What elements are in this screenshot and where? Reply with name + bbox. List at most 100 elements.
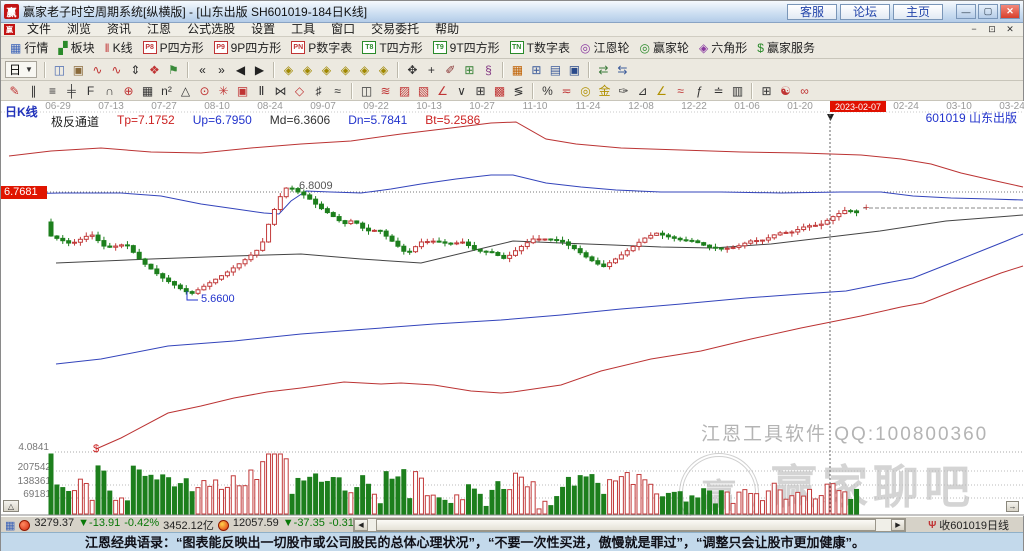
table-grid-icon[interactable]: ⊞ bbox=[758, 83, 775, 99]
bowtie-icon[interactable]: ⋈ bbox=[272, 83, 289, 99]
square-grid-icon[interactable]: ▦ bbox=[139, 83, 156, 99]
fence-icon[interactable]: ╪ bbox=[63, 83, 80, 99]
zigzag-icon[interactable]: ≋ bbox=[377, 83, 394, 99]
quick-button-2[interactable]: 主页 bbox=[893, 4, 943, 20]
winner-service-button[interactable]: $赢家服务 bbox=[757, 39, 815, 56]
9p-square-button[interactable]: P99P四方形 bbox=[214, 39, 282, 56]
kline-button[interactable]: ‖K线 bbox=[105, 39, 133, 56]
maximize-button[interactable]: ▢ bbox=[978, 4, 998, 19]
minimize-button[interactable]: — bbox=[956, 4, 976, 19]
t-square-button[interactable]: T8T四方形 bbox=[362, 39, 422, 56]
sh-index-group[interactable]: 3279.37 ▼-13.91 -0.42% 3452.12亿 bbox=[34, 517, 213, 533]
import-icon[interactable]: ⇆ bbox=[614, 62, 631, 78]
pen-note-icon[interactable]: ✑ bbox=[615, 83, 632, 99]
split-window-icon[interactable]: ◫ bbox=[358, 83, 375, 99]
parallel-lines-icon[interactable]: ∥ bbox=[25, 83, 42, 99]
grid-tool-icon[interactable]: ⊞ bbox=[461, 62, 478, 78]
crosshair-icon[interactable]: + bbox=[423, 62, 440, 78]
scroll-left-arrow[interactable]: ◀ bbox=[354, 519, 368, 531]
fan-tool-icon[interactable]: F bbox=[82, 83, 99, 99]
menu-item-6[interactable]: 工具 bbox=[283, 23, 323, 36]
mdi-close-button[interactable]: ✕ bbox=[1003, 24, 1017, 35]
first-page-icon[interactable]: « bbox=[194, 62, 211, 78]
gann-diamond-6-icon[interactable]: ◈ bbox=[375, 62, 392, 78]
p-square-button[interactable]: P8P四方形 bbox=[143, 39, 204, 56]
measure-icon[interactable]: ✐ bbox=[442, 62, 459, 78]
menu-item-4[interactable]: 公式选股 bbox=[179, 23, 243, 36]
sectors-button[interactable]: ▞板块 bbox=[58, 39, 94, 56]
flag-icon[interactable]: ⚑ bbox=[165, 62, 182, 78]
spiral-tool-icon[interactable]: § bbox=[480, 62, 497, 78]
menu-item-7[interactable]: 窗口 bbox=[323, 23, 363, 36]
approx-icon[interactable]: ≂ bbox=[558, 83, 575, 99]
close-button[interactable]: ✕ bbox=[1000, 4, 1020, 19]
arc-tool-icon[interactable]: ∩ bbox=[101, 83, 118, 99]
chart-canvas[interactable]: 207542138361691814.084106-2907-1307-2708… bbox=[1, 101, 1024, 516]
mini-chart-icon[interactable]: ∿ bbox=[89, 62, 106, 78]
quick-button-1[interactable]: 论坛 bbox=[840, 4, 890, 20]
gann-diamond-2-icon[interactable]: ◈ bbox=[299, 62, 316, 78]
n-square-icon[interactable]: n² bbox=[158, 83, 175, 99]
window-layout-icon[interactable]: ◫ bbox=[51, 62, 68, 78]
9t-square-button[interactable]: T99T四方形 bbox=[433, 39, 500, 56]
sun-cycle-icon[interactable]: ⊙ bbox=[196, 83, 213, 99]
check-tool-icon[interactable]: ∨ bbox=[453, 83, 470, 99]
angle2-icon[interactable]: ∠ bbox=[653, 83, 670, 99]
multi-view-icon[interactable]: ❖ bbox=[146, 62, 163, 78]
shanghai-index-icon[interactable] bbox=[19, 520, 30, 531]
horizontal-scrollbar[interactable]: ◀ ▶ bbox=[353, 518, 906, 532]
wave2-icon[interactable]: ≈ bbox=[672, 83, 689, 99]
mdi-minimize-button[interactable]: − bbox=[967, 24, 981, 35]
shenzhen-index-icon[interactable] bbox=[218, 520, 229, 531]
delta-icon[interactable]: ⊿ bbox=[634, 83, 651, 99]
calendar-icon[interactable]: ▦ bbox=[509, 62, 526, 78]
mini-chart-2-icon[interactable]: ∿ bbox=[108, 62, 125, 78]
hexagon-button[interactable]: ◈六角形 bbox=[699, 39, 747, 56]
mdi-restore-button[interactable]: ⊡ bbox=[985, 24, 999, 35]
pillars-icon[interactable]: Ⅱ bbox=[253, 83, 270, 99]
pane-expand-button[interactable]: △ bbox=[3, 500, 19, 512]
circle-target-icon[interactable]: ⊕ bbox=[120, 83, 137, 99]
menu-item-3[interactable]: 江恩 bbox=[139, 23, 179, 36]
winner-wheel-button[interactable]: ◎赢家轮 bbox=[640, 39, 690, 56]
quick-button-0[interactable]: 客服 bbox=[787, 4, 837, 20]
t-table-button[interactable]: TNT数字表 bbox=[510, 39, 570, 56]
diamond-marker-icon[interactable]: ◇ bbox=[291, 83, 308, 99]
gann-diamond-4-icon[interactable]: ◈ bbox=[337, 62, 354, 78]
grid-lines-icon[interactable]: ≡ bbox=[44, 83, 61, 99]
market-grid-icon[interactable]: ▦ bbox=[5, 519, 15, 532]
menu-item-9[interactable]: 帮助 bbox=[427, 23, 467, 36]
pane-scroll-button[interactable]: → bbox=[1006, 501, 1019, 512]
scroll-right-arrow[interactable]: ▶ bbox=[891, 519, 905, 531]
last-page-icon[interactable]: » bbox=[213, 62, 230, 78]
box-shade-icon[interactable]: ▥ bbox=[729, 83, 746, 99]
star-cycle-icon[interactable]: ✳ bbox=[215, 83, 232, 99]
chart-area[interactable]: 江恩工具软件 QQ:100800360 赢 赢家聊吧 2075421383616… bbox=[1, 101, 1024, 516]
scrollbar-thumb[interactable] bbox=[376, 519, 876, 531]
calculator-icon[interactable]: ⊞ bbox=[528, 62, 545, 78]
gann-diamond-5-icon[interactable]: ◈ bbox=[356, 62, 373, 78]
red-frame-icon[interactable]: ▣ bbox=[234, 83, 251, 99]
pencil-icon[interactable]: ✎ bbox=[6, 83, 23, 99]
period-dropdown[interactable]: 日 ▼ bbox=[5, 61, 37, 78]
grid-plus-icon[interactable]: ⊞ bbox=[472, 83, 489, 99]
angle-tool-icon[interactable]: ∠ bbox=[434, 83, 451, 99]
info-panel-icon[interactable]: ▣ bbox=[70, 62, 87, 78]
p-table-button[interactable]: PNP数字表 bbox=[291, 39, 352, 56]
menu-item-5[interactable]: 设置 bbox=[243, 23, 283, 36]
percent-icon[interactable]: % bbox=[539, 83, 556, 99]
menu-item-0[interactable]: 文件 bbox=[19, 23, 59, 36]
golden-ratio-icon[interactable]: 金 bbox=[596, 83, 613, 99]
wave-tool-icon[interactable]: ≈ bbox=[329, 83, 346, 99]
gann-diamond-3-icon[interactable]: ◈ bbox=[318, 62, 335, 78]
compare-icon[interactable]: ≶ bbox=[510, 83, 527, 99]
golden-circle-icon[interactable]: ◎ bbox=[577, 83, 594, 99]
shade-left-icon[interactable]: ▨ bbox=[396, 83, 413, 99]
sharp-tool-icon[interactable]: ♯ bbox=[310, 83, 327, 99]
menu-item-8[interactable]: 交易委托 bbox=[363, 23, 427, 36]
candle-style-dropdown[interactable]: ⇕ bbox=[127, 62, 144, 78]
menu-item-2[interactable]: 资讯 bbox=[99, 23, 139, 36]
notebook-icon[interactable]: ▤ bbox=[547, 62, 564, 78]
quotes-button[interactable]: ▦行情 bbox=[10, 39, 48, 56]
prev-bar-icon[interactable]: ◀ bbox=[232, 62, 249, 78]
